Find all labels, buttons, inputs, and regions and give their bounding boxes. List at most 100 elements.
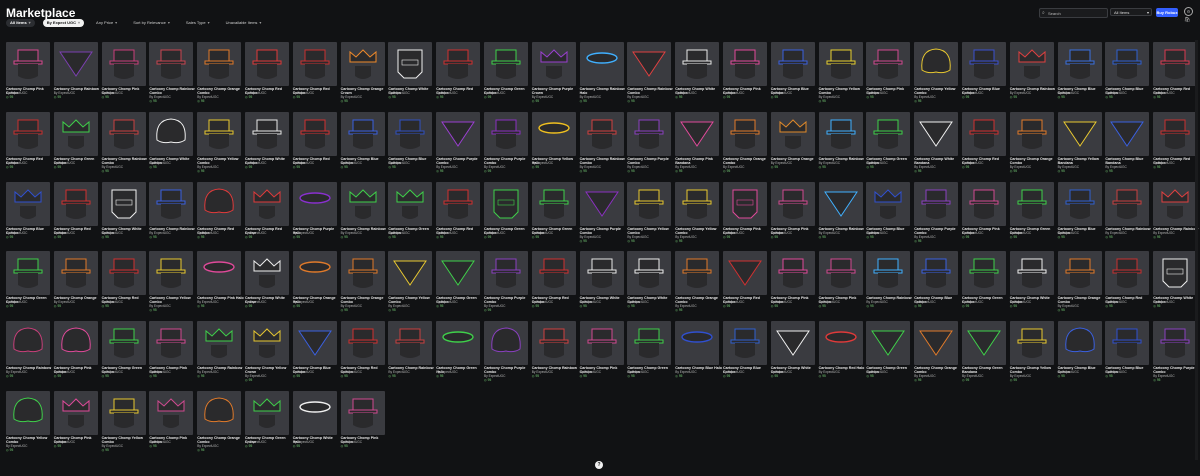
item-thumbnail[interactable] [149,251,194,296]
item-thumbnail[interactable] [245,111,289,156]
item-thumbnail[interactable] [484,251,528,296]
item-thumbnail[interactable] [962,42,1006,86]
item-thumbnail[interactable] [531,181,576,226]
item-name[interactable]: Cartoony Chomp Blue Bandana [1105,157,1153,165]
item-thumbnail[interactable] [1105,321,1150,366]
item-thumbnail[interactable] [53,111,98,156]
item-thumbnail[interactable] [1153,181,1198,226]
item-name[interactable]: Cartoony Chomp Yellow Combo [197,157,245,165]
item-thumbnail[interactable] [627,181,672,226]
item-name[interactable]: Cartoony Chomp Purple Combo [484,296,532,304]
item-thumbnail[interactable] [770,181,815,226]
item-thumbnail[interactable] [579,42,624,86]
item-thumbnail[interactable] [6,251,50,296]
item-thumbnail[interactable] [962,321,1006,366]
item-name[interactable]: Cartoony Chomp Orange Combo [197,87,245,95]
item-thumbnail[interactable] [101,42,146,86]
item-thumbnail[interactable] [1153,42,1198,86]
item-thumbnail[interactable] [866,42,911,86]
item-thumbnail[interactable] [197,42,242,86]
item-thumbnail[interactable] [149,391,194,435]
item-thumbnail[interactable] [197,181,242,226]
item-thumbnail[interactable] [292,391,337,435]
item-name[interactable]: Cartoony Chomp Yellow Combo [1010,366,1058,374]
item-thumbnail[interactable] [675,251,720,296]
item-name[interactable]: Cartoony Chomp Purple Combo [1153,366,1200,374]
item-thumbnail[interactable] [579,111,624,156]
item-name[interactable]: Cartoony Chomp Rainbow Combo [149,87,197,95]
item-name[interactable]: Cartoony Chomp Purple Crown [532,87,580,95]
item-thumbnail[interactable] [579,321,624,366]
item-thumbnail[interactable] [292,321,337,366]
item-thumbnail[interactable] [675,42,720,86]
item-thumbnail[interactable] [1009,181,1054,226]
item-name[interactable]: Cartoony Chomp Yellow Combo [819,87,867,95]
item-thumbnail[interactable] [101,251,146,296]
item-name[interactable]: Cartoony Chomp Yellow Combo [627,227,675,235]
item-thumbnail[interactable] [292,42,337,86]
item-thumbnail[interactable] [245,391,289,435]
item-thumbnail[interactable] [1009,42,1054,86]
item-name[interactable]: Cartoony Chomp Pink Bandana [675,157,723,165]
item-thumbnail[interactable] [675,321,720,366]
item-thumbnail[interactable] [627,42,672,86]
item-name[interactable]: Cartoony Chomp Yellow Bandana [1058,157,1106,165]
item-thumbnail[interactable] [245,321,289,366]
item-thumbnail[interactable] [292,181,337,226]
item-thumbnail[interactable] [245,251,289,296]
item-thumbnail[interactable] [914,42,959,86]
item-thumbnail[interactable] [1009,321,1054,366]
item-thumbnail[interactable] [1153,321,1198,366]
item-thumbnail[interactable] [627,111,672,156]
item-thumbnail[interactable] [436,181,481,226]
item-thumbnail[interactable] [388,181,433,226]
item-thumbnail[interactable] [1057,42,1102,86]
item-thumbnail[interactable] [101,111,146,156]
item-name[interactable]: Cartoony Chomp Purple Combo [914,227,962,235]
item-thumbnail[interactable] [770,251,815,296]
item-thumbnail[interactable] [53,391,98,435]
item-name[interactable]: Cartoony Chomp Orange Combo [914,366,962,374]
item-thumbnail[interactable] [149,111,194,156]
item-thumbnail[interactable] [6,391,50,435]
item-thumbnail[interactable] [484,111,528,156]
item-thumbnail[interactable] [6,111,50,156]
item-thumbnail[interactable] [866,111,911,156]
item-name[interactable]: Cartoony Chomp Rainbow Combo [580,157,628,165]
item-name[interactable]: Cartoony Chomp Orange Combo [1010,157,1058,165]
item-name[interactable]: Cartoony Chomp Purple Combo [580,227,628,235]
item-thumbnail[interactable] [1105,42,1150,86]
item-name[interactable]: Cartoony Chomp Purple Combo [484,366,532,374]
item-name[interactable]: Cartoony Chomp Orange Crown [341,87,389,95]
item-thumbnail[interactable] [770,321,815,366]
item-thumbnail[interactable] [292,111,337,156]
item-thumbnail[interactable] [531,42,576,86]
item-thumbnail[interactable] [818,111,863,156]
item-thumbnail[interactable] [340,181,385,226]
item-name[interactable]: Cartoony Chomp White Bandana [914,157,962,165]
item-thumbnail[interactable] [149,42,194,86]
item-thumbnail[interactable] [245,181,289,226]
item-name[interactable]: Cartoony Chomp Yellow Combo [675,227,723,235]
item-thumbnail[interactable] [1057,181,1102,226]
item-thumbnail[interactable] [197,321,242,366]
item-thumbnail[interactable] [101,391,146,435]
item-thumbnail[interactable] [866,321,911,366]
item-thumbnail[interactable] [436,251,481,296]
item-name[interactable]: Cartoony Chomp Yellow Combo [149,296,197,304]
item-thumbnail[interactable] [627,321,672,366]
item-name[interactable]: Cartoony Chomp Yellow Combo [914,87,962,95]
item-thumbnail[interactable] [149,181,194,226]
item-thumbnail[interactable] [197,111,242,156]
item-thumbnail[interactable] [6,181,50,226]
item-thumbnail[interactable] [292,251,337,296]
item-thumbnail[interactable] [340,321,385,366]
item-name[interactable]: Cartoony Chomp Orange Combo [723,157,771,165]
item-name[interactable]: Cartoony Chomp Purple Combo [436,157,484,165]
item-name[interactable]: Cartoony Chomp Yellow Crown [245,366,293,374]
item-thumbnail[interactable] [53,251,98,296]
item-thumbnail[interactable] [340,251,385,296]
item-thumbnail[interactable] [388,42,433,86]
item-thumbnail[interactable] [436,42,481,86]
item-name[interactable]: Cartoony Chomp Green Bandana [962,366,1010,374]
